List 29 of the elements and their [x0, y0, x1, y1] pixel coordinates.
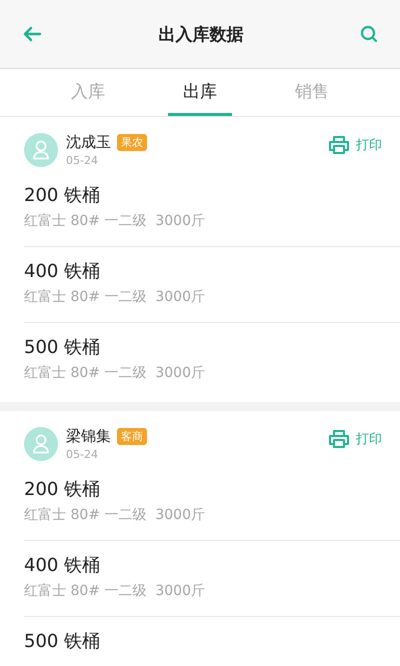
product-detail: 红富士 80# 一二级 3000斤 [24, 506, 206, 525]
search-icon [360, 25, 378, 43]
role-tag: 果农 [117, 134, 147, 151]
printer-icon [328, 429, 350, 449]
print-button[interactable]: 打印 [328, 429, 382, 449]
printer-icon [328, 135, 350, 155]
product-detail: 红富士 80# 一二级 3000斤 [24, 288, 206, 307]
quantity-text: 200 铁桶 [24, 184, 102, 208]
product-detail: 红富士 80# 一二级 3000斤 [24, 364, 206, 383]
search-button[interactable] [358, 23, 380, 45]
quantity-text: 500 铁桶 [24, 336, 102, 360]
tab[interactable]: 入库 [56, 69, 120, 116]
product-detail: 红富士 80# 一二级 3000斤 [24, 212, 206, 231]
quantity-text: 400 铁桶 [24, 260, 102, 284]
page-title: 出入库数据 [158, 24, 244, 46]
print-button[interactable]: 打印 [328, 135, 382, 155]
person-name: 沈成玉 [66, 133, 111, 152]
quantity-text: 500 铁桶 [24, 630, 102, 654]
record-date: 05-24 [66, 154, 99, 167]
back-arrow-icon [22, 26, 42, 42]
record-date: 05-24 [66, 448, 99, 461]
quantity-text: 400 铁桶 [24, 554, 102, 578]
tab[interactable]: 销售 [280, 69, 344, 116]
person-name: 梁锦集 [66, 427, 111, 446]
quantity-text: 200 铁桶 [24, 478, 102, 502]
role-tag: 客商 [117, 428, 147, 445]
avatar-icon [24, 427, 58, 461]
product-detail: 红富士 80# 一二级 3000斤 [24, 582, 206, 601]
avatar-icon [24, 133, 58, 167]
